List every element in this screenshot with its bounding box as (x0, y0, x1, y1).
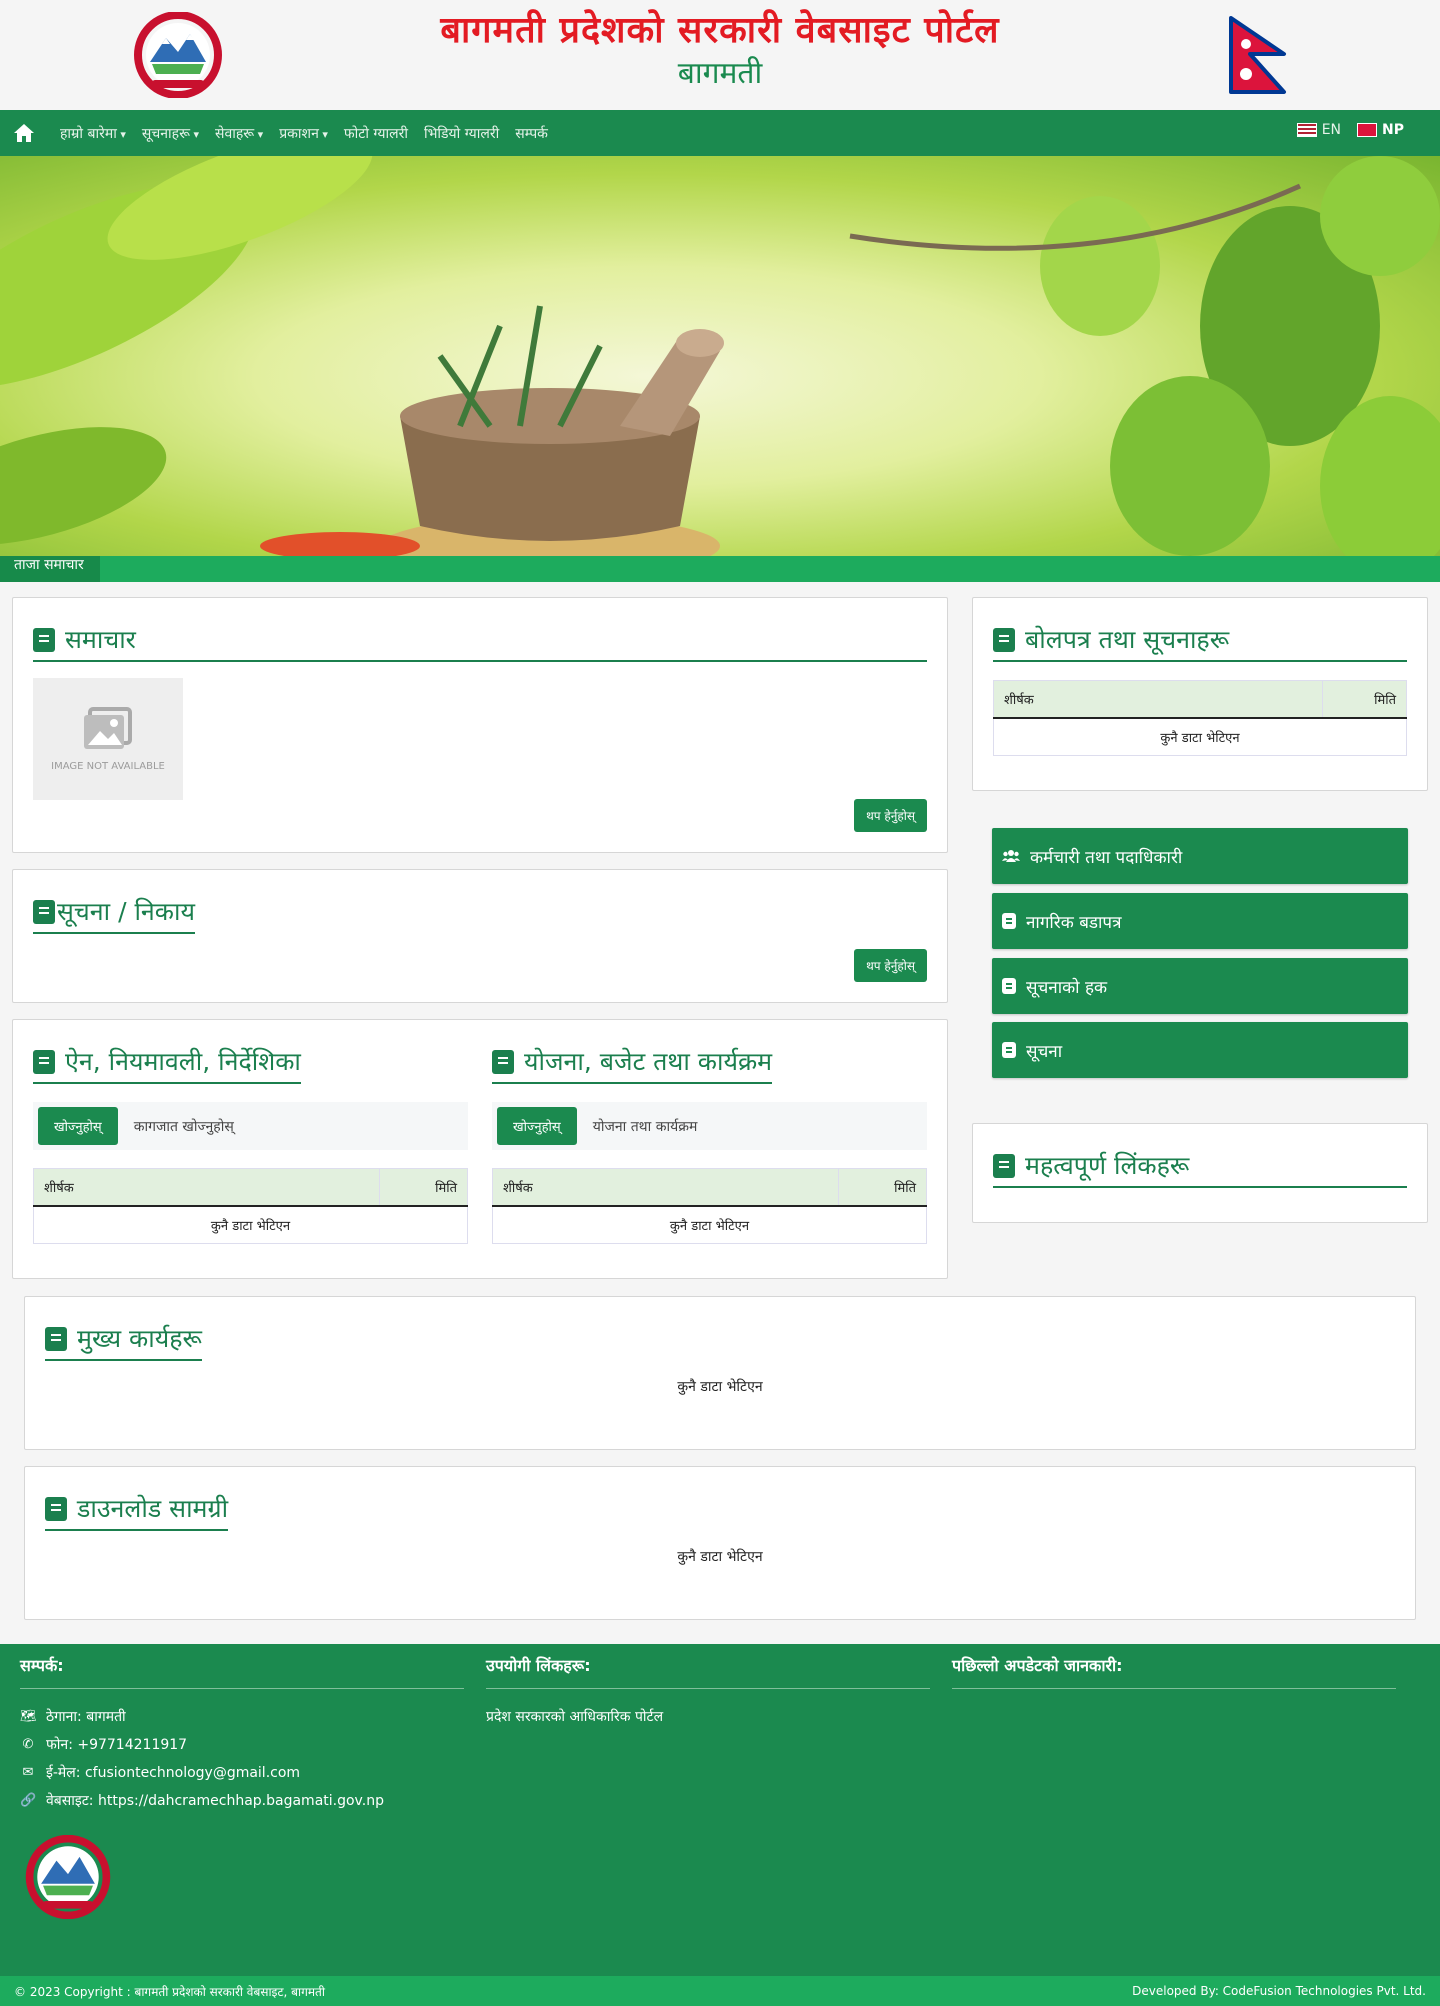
envelope-icon: ✉ (22, 1765, 34, 1780)
tenders-table: शीर्षक मिति कुनै डाटा भेटिएन (993, 680, 1407, 756)
book-icon (1002, 913, 1016, 929)
downloads-heading: डाउनलोड सामग्री (45, 1493, 229, 1531)
footer-address: 🗺 ठेगाना: बागमती (20, 1709, 126, 1725)
image-not-available: IMAGE NOT AVAILABLE (33, 678, 183, 800)
news-card: समाचार IMAGE NOT AVAILABLE थप हेर्नुहोस् (12, 597, 948, 853)
site-subtitle: बागमती (677, 56, 763, 91)
acts-search-input[interactable]: कागजात खोज्नुहोस् (134, 1117, 234, 1136)
nav-item-publications[interactable]: प्रकाशन (279, 124, 328, 143)
table-header-date: मिति (838, 1168, 927, 1207)
phone-icon: ✆ (22, 1737, 34, 1752)
nav-item-video-gallery[interactable]: भिडियो ग्यालरी (424, 124, 499, 143)
tenders-card: बोलपत्र तथा सूचनाहरू शीर्षक मिति कुनै डा… (972, 597, 1428, 791)
table-header-date: मिति (1322, 680, 1407, 719)
developer-credit[interactable]: Developed By: CodeFusion Technologies Pv… (1132, 1984, 1426, 1998)
herbal-mortar-image (0, 156, 1440, 556)
nav-item-services[interactable]: सेवाहरू (215, 124, 263, 143)
map-icon: 🗺 (20, 1709, 37, 1724)
downloads-card: डाउनलोड सामग्री कुनै डाटा भेटिएन (24, 1466, 1416, 1620)
footer-email[interactable]: ✉ ई-मेल: cfusiontechnology@gmail.com (20, 1763, 464, 1782)
site-footer: सम्पर्क: 🗺 ठेगाना: बागमती ✆ फोन: +977142… (0, 1644, 1440, 1976)
link-icon: 🔗 (20, 1793, 37, 1808)
staff-button[interactable]: कर्मचारी तथा पदाधिकारी (992, 828, 1408, 884)
book-icon (492, 1050, 514, 1074)
book-icon (45, 1327, 67, 1351)
book-icon (33, 900, 55, 924)
acts-search-bar: खोज्नुहोस् कागजात खोज्नुहोस् (33, 1102, 468, 1150)
book-icon (33, 628, 55, 652)
main-works-heading: मुख्य कार्यहरू (45, 1323, 202, 1361)
language-en[interactable]: EN (1296, 122, 1341, 138)
notice-card: सूचना / निकाय थप हेर्नुहोस् (12, 869, 948, 1003)
main-works-card: मुख्य कार्यहरू कुनै डाटा भेटिएन (24, 1296, 1416, 1450)
site-header: बागमती प्रदेशको सरकारी वेबसाइट पोर्टल बा… (0, 0, 1440, 110)
language-np[interactable]: NP (1357, 122, 1404, 138)
nav-item-contact[interactable]: सम्पर्क (515, 124, 548, 143)
footer-contact-heading: सम्पर्क: (20, 1644, 464, 1689)
acts-table: शीर्षक मिति कुनै डाटा भेटिएन (33, 1168, 468, 1244)
nepal-flag-small-icon (1357, 123, 1378, 137)
footer-updates-heading: पछिल्लो अपडेटको जानकारी: (952, 1644, 1396, 1689)
table-empty-row: कुनै डाटा भेटिएन (993, 717, 1407, 756)
budget-search-input[interactable]: योजना तथा कार्यक्रम (593, 1117, 698, 1136)
important-links-heading: महत्वपूर्ण लिंकहरू (993, 1150, 1407, 1188)
home-icon[interactable] (12, 121, 36, 145)
table-empty-row: कुनै डाटा भेटिएन (492, 1205, 927, 1244)
table-header-title: शीर्षक (492, 1168, 839, 1207)
book-icon (993, 628, 1015, 652)
book-icon (993, 1154, 1015, 1178)
book-icon (45, 1497, 67, 1521)
nav-item-photo-gallery[interactable]: फोटो ग्यालरी (344, 124, 408, 143)
budget-heading: योजना, बजेट तथा कार्यक्रम (492, 1046, 773, 1084)
table-header-title: शीर्षक (993, 680, 1323, 719)
nav-item-notices[interactable]: सूचनाहरू (142, 124, 199, 143)
news-heading: समाचार (33, 624, 927, 662)
nav-item-about[interactable]: हाम्रो बारेमा (60, 124, 126, 143)
users-icon (1002, 850, 1020, 862)
acts-heading: ऐन, नियमावली, निर्देशिका (33, 1046, 301, 1084)
notice-heading: सूचना / निकाय (33, 896, 195, 934)
budget-search-button[interactable]: खोज्नुहोस् (497, 1107, 577, 1145)
budget-search-bar: खोज्नुहोस् योजना तथा कार्यक्रम (492, 1102, 927, 1150)
documents-card: ऐन, नियमावली, निर्देशिका खोज्नुहोस् कागज… (12, 1019, 948, 1279)
image-icon (84, 706, 132, 749)
main-navigation: हाम्रो बारेमा सूचनाहरू सेवाहरू प्रकाशन फ… (0, 110, 1440, 156)
empty-message: कुनै डाटा भेटिएन (677, 1379, 763, 1395)
table-header-date: मिति (379, 1168, 468, 1207)
right-to-info-button[interactable]: सूचनाको हक (992, 958, 1408, 1014)
copyright-text: © 2023 Copyright : बागमती प्रदेशको सरकार… (14, 1984, 325, 1999)
table-empty-row: कुनै डाटा भेटिएन (33, 1205, 468, 1244)
tenders-heading: बोलपत्र तथा सूचनाहरू (993, 624, 1407, 662)
site-title: बागमती प्रदेशको सरकारी वेबसाइट पोर्टल (440, 10, 1000, 51)
empty-message: कुनै डाटा भेटिएन (677, 1549, 763, 1565)
book-icon (33, 1050, 55, 1074)
ticker-label: ताजा समाचार (0, 556, 100, 582)
copyright-bar: © 2023 Copyright : बागमती प्रदेशको सरकार… (0, 1976, 1440, 2006)
important-links-card: महत्वपूर्ण लिंकहरू (972, 1123, 1428, 1223)
citizen-charter-button[interactable]: नागरिक बडापत्र (992, 893, 1408, 949)
news-more-button[interactable]: थप हेर्नुहोस् (854, 799, 927, 832)
notice-button[interactable]: सूचना (992, 1022, 1408, 1078)
book-icon (1002, 1042, 1016, 1058)
footer-links-heading: उपयोगी लिंकहरू: (486, 1644, 930, 1689)
notice-more-button[interactable]: थप हेर्नुहोस् (854, 949, 927, 982)
nepal-flag-icon (1229, 16, 1286, 94)
footer-link-item[interactable]: प्रदेश सरकारको आधिकारिक पोर्टल (486, 1707, 930, 1726)
acts-search-button[interactable]: खोज्नुहोस् (38, 1107, 118, 1145)
footer-phone: ✆ फोन: +97714211917 (20, 1735, 464, 1754)
budget-table: शीर्षक मिति कुनै डाटा भेटिएन (492, 1168, 927, 1244)
hero-banner (0, 156, 1440, 556)
news-ticker: ताजा समाचार (0, 556, 1440, 582)
table-header-title: शीर्षक (33, 1168, 380, 1207)
footer-website[interactable]: 🔗 वेबसाइट: https://dahcramechhap.bagamat… (20, 1791, 464, 1810)
nepal-emblem-icon (25, 1834, 111, 1920)
book-icon (1002, 978, 1016, 994)
us-flag-icon (1296, 123, 1317, 137)
